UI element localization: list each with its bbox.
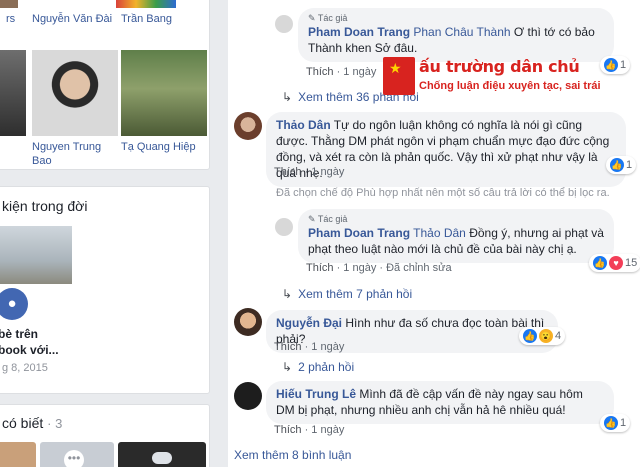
like-button[interactable]: Thích [274,166,302,178]
comment-time[interactable]: 1 ngày [311,166,344,178]
reply-arrow-icon: ↳ [282,90,293,104]
edited-label[interactable]: Đã chỉnh sửa [386,262,451,274]
watermark-subtitle: Chống luận điệu xuyên tạc, sai trái [419,80,601,92]
reaction-count[interactable]: 👍 ♥ 15 [589,254,640,272]
friend-name[interactable]: Nguyen Trung Bao [32,140,116,168]
reaction-count[interactable]: 👍 1 [606,156,637,174]
like-icon: 👍 [610,158,624,172]
friend-name[interactable]: Trần Bang [121,12,172,26]
like-button[interactable]: Thích [274,424,302,436]
filter-notice: Đã chọn chế độ Phù hợp nhất nên một số c… [276,187,610,199]
comment-author[interactable]: Thảo Dân [276,118,331,132]
like-button[interactable]: Thích [306,262,334,274]
avatar[interactable] [234,308,262,336]
comment-bubble: Hiếu Trung Lê Mình đã đề cập vấn đề này … [266,381,614,424]
friend-photo-strip[interactable] [0,0,18,8]
like-icon: 👍 [593,256,607,270]
people-you-know-title: có biết · 3 [2,415,63,431]
author-badge: ✎ Tác giả [308,13,348,23]
flag-icon: ★ [383,57,415,95]
avatar[interactable] [234,112,262,140]
like-button[interactable]: Thích [306,66,334,78]
comment-meta: Thích · 1 ngày [274,341,345,353]
comment-time[interactable]: 1 ngày [311,341,344,353]
like-icon: 👍 [523,329,537,343]
left-column: rs Nguyễn Văn Đài Trần Bang Nguyen Trung… [0,0,210,467]
comment-time[interactable]: 1 ngày [311,424,344,436]
friend-photo-strip[interactable] [116,0,176,8]
life-events-title: kiện trong đời [2,198,88,214]
comment-mention[interactable]: Thảo Dân [413,226,466,240]
friend-name-partial[interactable]: rs [6,12,15,26]
life-event-title[interactable]: bè trên book với... [0,326,59,358]
friend-photo[interactable] [0,50,26,136]
more-icon: ••• [64,450,84,467]
like-button[interactable]: Thích [274,341,302,353]
avatar[interactable] [234,382,262,410]
reply-arrow-icon: ↳ [282,360,293,374]
friend-photo[interactable] [32,50,118,136]
friend-photo[interactable] [121,50,207,136]
life-event-photo[interactable] [0,226,72,284]
comment-author[interactable]: Hiếu Trung Lê [276,387,356,401]
love-icon: ♥ [609,256,623,270]
reply-arrow-icon: ↳ [282,287,293,301]
comment-author[interactable]: Nguyễn Đại [276,316,342,330]
wow-icon: 😮 [539,329,553,343]
friend-name[interactable]: Nguyễn Văn Đài [32,12,112,26]
avatar[interactable] [275,15,293,33]
watermark-logo: ★ ấu trường dân chủ Chống luận điệu xuyê… [383,55,633,101]
person-tile[interactable] [0,442,36,467]
comment-time[interactable]: 1 ngày [343,66,376,78]
comment-mention[interactable]: Phan Châu Thành [413,25,510,39]
view-more-comments-link[interactable]: Xem thêm 8 bình luận [234,448,351,462]
star-icon: ★ [389,60,402,76]
comment-time[interactable]: 1 ngày [343,262,376,274]
avatar[interactable] [275,218,293,236]
comment-meta: Thích · 1 ngày [274,424,345,436]
comment-author[interactable]: Pham Doan Trang [308,25,410,39]
comment-bubble: ✎ Tác giả Pham Doan Trang Phan Châu Thàn… [298,8,614,62]
view-more-replies-link[interactable]: ↳ Xem thêm 7 phản hồi [282,287,412,301]
author-badge: ✎ Tác giả [308,214,348,224]
comment-meta: Thích · 1 ngày · Đã chỉnh sửa [306,262,452,274]
friend-name[interactable]: Tạ Quang Hiệp [121,140,196,154]
life-event-date: g 8, 2015 [2,362,48,374]
comment-meta: Thích · 1 ngày [274,166,345,178]
cloud-icon [152,452,172,464]
comment-meta: Thích · 1 ngày [306,66,377,78]
reaction-count[interactable]: 👍 😮 4 [519,327,566,345]
watermark-title: ấu trường dân chủ [419,57,580,76]
comment-author[interactable]: Pham Doan Trang [308,226,410,240]
like-icon: 👍 [604,416,618,430]
comment-bubble: ✎ Tác giả Pham Doan Trang Thảo Dân Đồng … [298,209,614,263]
reaction-count[interactable]: 👍 1 [600,414,631,432]
replies-link[interactable]: ↳ 2 phản hồi [282,360,354,374]
